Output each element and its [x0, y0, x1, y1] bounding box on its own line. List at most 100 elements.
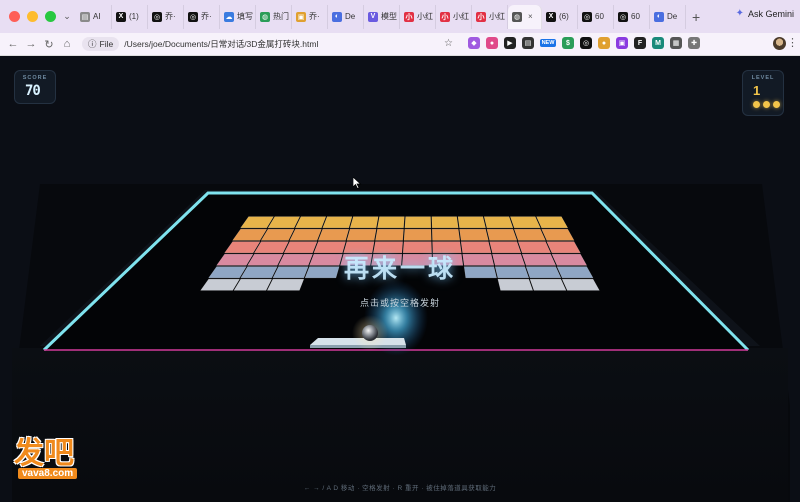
tab-title: De	[345, 12, 356, 21]
photo-icon: ▣	[296, 11, 306, 22]
extension-icon[interactable]: ●	[486, 37, 498, 49]
extension-icon[interactable]: M	[652, 37, 664, 49]
browser-tab[interactable]: ▣ 乔·	[292, 4, 328, 29]
browser-tab[interactable]: ▤ AI	[76, 4, 112, 29]
profile-avatar[interactable]	[773, 37, 786, 50]
extension-icon[interactable]: ◎	[580, 37, 592, 49]
browser-tab[interactable]: ◐ De	[650, 4, 686, 29]
doc-icon: ▤	[80, 11, 90, 22]
browser-tab[interactable]: ◎ 乔·	[148, 4, 184, 29]
brick	[457, 216, 486, 229]
brick	[459, 228, 489, 241]
browser-tab-strip: ⌄ ▤ AI X (1) ◎ 乔· ◎ 乔· ☁ 填写 ◍ 热门 ▣ 乔· ◐ De V 模型小小红小小红小小红 ◍…	[0, 0, 800, 33]
tab-title: 小红	[489, 12, 505, 21]
globe-icon: ◍	[512, 11, 522, 22]
bookmark-star-icon[interactable]: ☆	[444, 38, 453, 49]
overlay-subtitle: 点击或按空格发射	[359, 298, 440, 308]
mouse-cursor-icon	[353, 177, 362, 189]
close-tab-icon[interactable]: ×	[528, 12, 533, 21]
x-icon: X	[116, 11, 126, 22]
site-info-chip[interactable]: ⓘ File	[82, 37, 120, 51]
brick	[403, 228, 432, 241]
openai-icon: ◎	[152, 11, 162, 22]
new-badge[interactable]: NEW	[540, 39, 556, 47]
menu-icon[interactable]: ⋮	[787, 37, 798, 49]
brick	[322, 216, 353, 229]
browser-tab[interactable]: ◍ ×	[508, 4, 542, 29]
browser-tab[interactable]: ☁ 填写	[220, 4, 256, 29]
new-tab-button[interactable]: +	[692, 9, 706, 25]
tab-title: 60	[595, 12, 604, 21]
tab-title: 小红	[453, 12, 469, 21]
life-dot	[763, 101, 770, 108]
brick	[349, 216, 379, 229]
tab-title: AI	[93, 12, 101, 21]
life-dot	[753, 101, 760, 108]
tab-search-icon[interactable]: ⌄	[60, 10, 74, 24]
brick	[377, 216, 405, 229]
window-controls	[0, 11, 58, 22]
file-chip-label: File	[99, 39, 114, 49]
ask-gemini-label: Ask Gemini	[747, 8, 794, 19]
tab-title: 60	[631, 12, 640, 21]
browser-tab[interactable]: ◎ 乔·	[184, 4, 220, 29]
tab-list: ▤ AI X (1) ◎ 乔· ◎ 乔· ☁ 填写 ◍ 热门 ▣ 乔· ◐ De V 模型小小红小小红小小红 ◍ × X…	[76, 0, 686, 33]
table-front-face	[12, 348, 788, 502]
extension-icon[interactable]: ◆	[468, 37, 480, 49]
brick	[317, 228, 350, 241]
controls-hint: ← → / A D 移动 · 空格发射 · R 重开 · 被住掉落道具获取能力	[303, 485, 497, 492]
ask-gemini-button[interactable]: ✦ Ask Gemini	[736, 8, 794, 19]
tab-title: 模型	[381, 12, 397, 21]
extension-icon[interactable]: ▣	[616, 37, 628, 49]
browser-tab[interactable]: ◐ De	[328, 4, 364, 29]
extension-icon[interactable]: ●	[598, 37, 610, 49]
brick	[486, 228, 518, 241]
game-canvas[interactable]: SCORE 70 LEVEL 1 再来一球 点击或按空格发射 ← → / A D…	[0, 56, 800, 502]
tab-title: 小红	[417, 12, 433, 21]
browser-tab[interactable]: 小小红	[472, 4, 508, 29]
home-icon[interactable]: ⌂	[58, 38, 76, 50]
brick	[509, 216, 541, 229]
extension-icon[interactable]: ▦	[670, 37, 682, 49]
deepseek-icon: ◐	[332, 11, 342, 22]
close-window-button[interactable]	[9, 11, 20, 22]
extension-icon[interactable]: F	[634, 37, 646, 49]
watermark-main: 发吧	[14, 436, 74, 471]
deepseek-icon: ◐	[654, 11, 664, 22]
rednote-icon: 小	[440, 11, 450, 22]
brick	[294, 216, 327, 229]
browser-tab[interactable]: ◎ 60	[578, 4, 614, 29]
extension-icon[interactable]: ▤	[522, 37, 534, 49]
v-icon: V	[368, 11, 378, 22]
rednote-icon: 小	[476, 11, 486, 22]
minimize-window-button[interactable]	[27, 11, 38, 22]
extensions-puzzle-icon[interactable]: ✚	[688, 37, 700, 49]
score-panel: SCORE 70	[14, 70, 56, 104]
browser-tab[interactable]: X (1)	[112, 4, 148, 29]
brick	[431, 228, 461, 241]
back-icon[interactable]: ←	[4, 38, 22, 50]
maximize-window-button[interactable]	[45, 11, 56, 22]
tab-title: 乔·	[309, 12, 320, 21]
cloud-icon: ☁	[224, 11, 234, 22]
browser-tab[interactable]: 小小红	[436, 4, 472, 29]
extensions-row: ◆ ● ▶ ▤ NEW $ ◎ ● ▣ F M ▦ ✚	[468, 37, 700, 49]
rednote-icon: 小	[404, 11, 414, 22]
extension-icon[interactable]: ▶	[504, 37, 516, 49]
life-dot	[773, 101, 780, 108]
brick	[483, 216, 514, 229]
browser-tab[interactable]: 小小红	[400, 4, 436, 29]
browser-tab[interactable]: X (6)	[542, 4, 578, 29]
openai-icon: ◎	[582, 11, 592, 22]
url-bar[interactable]: ⓘ File /Users/joe/Documents/日常对话/3D金属打砖块…	[82, 36, 470, 53]
openai-icon: ◎	[188, 11, 198, 22]
level-value: 1	[753, 83, 761, 98]
reload-icon[interactable]: ↻	[40, 38, 58, 51]
forward-icon[interactable]: →	[22, 38, 40, 50]
browser-tab[interactable]: ◎ 60	[614, 4, 650, 29]
tab-title: 热门	[273, 12, 289, 21]
browser-tab[interactable]: V 模型	[364, 4, 400, 29]
tab-title: 乔·	[201, 12, 212, 21]
extension-icon[interactable]: $	[562, 37, 574, 49]
browser-tab[interactable]: ◍ 热门	[256, 4, 292, 29]
